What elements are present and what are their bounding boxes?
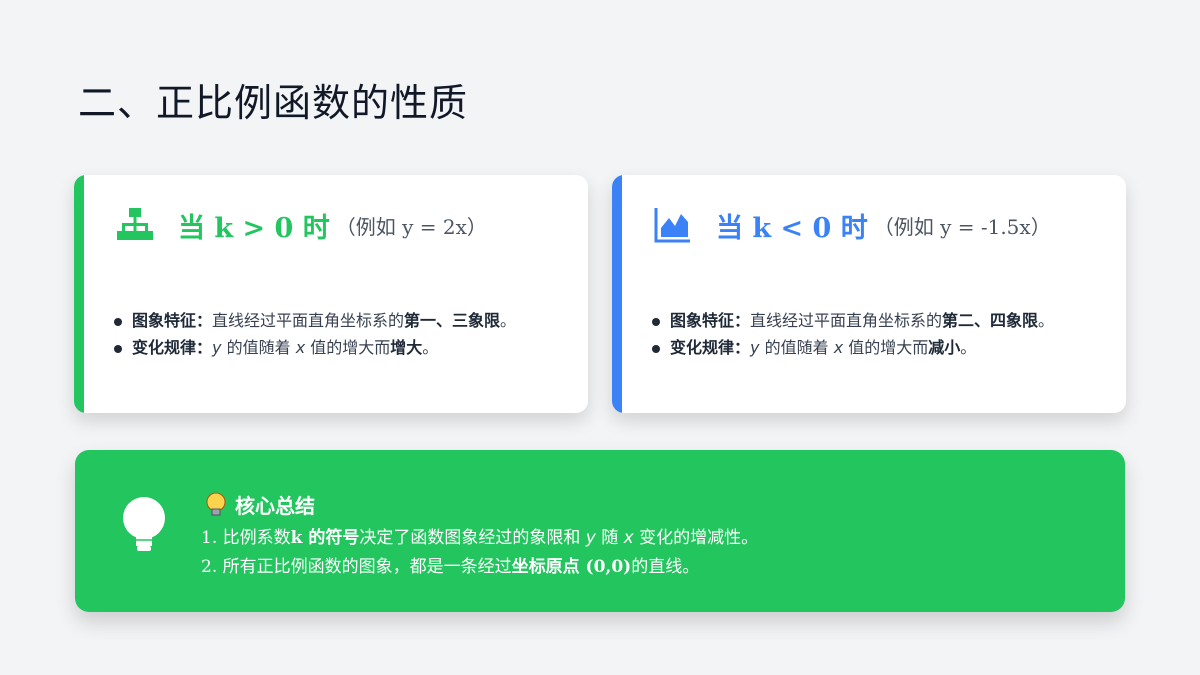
card-heading: 当 k > 0 时 xyxy=(178,212,330,244)
item-text: 所有正比例函数的图象，都是一条经过 xyxy=(222,557,512,577)
bullet-highlight: 第一、三象限 xyxy=(404,311,501,330)
bullet-text: 值的增大而 xyxy=(848,338,929,357)
list-item: 变化规律：y 的值随着 x 值的增大而增大。 xyxy=(112,334,516,361)
property-list: 图象特征：直线经过平面直角坐标系的第二、四象限。 变化规律：y 的值随着 x 值… xyxy=(650,307,1054,361)
list-item: 2. 所有正比例函数的图象，都是一条经过坐标原点 (0,0)的直线。 xyxy=(201,553,758,582)
summary-list: 1. 比例系数k 的符号决定了函数图象经过的象限和 y 随 x 变化的增减性。 … xyxy=(201,524,758,582)
var-y: y xyxy=(585,528,596,548)
item-text: 比例系数 xyxy=(222,528,291,548)
item-highlight: 坐标原点 (0,0) xyxy=(511,557,632,577)
bullet-end: 。 xyxy=(422,338,439,357)
bullet-end: 。 xyxy=(500,311,517,330)
bullet-label: 图象特征： xyxy=(670,311,751,330)
item-text: 决定了函数图象经过的象限和 xyxy=(359,528,581,548)
sitemap-icon xyxy=(117,208,153,240)
lightbulb-emoji-icon xyxy=(206,492,226,515)
var-x: x xyxy=(295,338,306,357)
list-item: 图象特征：直线经过平面直角坐标系的第二、四象限。 xyxy=(650,307,1054,334)
var-x: x xyxy=(833,338,844,357)
card-header: 当 k > 0 时 （例如 y = 2x） xyxy=(116,203,487,247)
item-text: 变化的增减性。 xyxy=(639,528,759,548)
lightbulb-icon xyxy=(123,497,165,551)
bullet-text: 的值随着 xyxy=(764,338,829,357)
item-highlight: k 的符号 xyxy=(290,528,360,548)
item-number: 1. xyxy=(201,528,218,548)
card-example: （例如 y = -1.5x） xyxy=(873,214,1051,239)
bullet-text: 值的增大而 xyxy=(310,338,391,357)
bullet-label: 图象特征： xyxy=(132,311,213,330)
bullet-end: 。 xyxy=(960,338,977,357)
list-item: 图象特征：直线经过平面直角坐标系的第一、三象限。 xyxy=(112,307,516,334)
area-chart-icon xyxy=(654,208,690,243)
item-text: 的直线。 xyxy=(631,557,700,577)
bullet-label: 变化规律： xyxy=(132,338,213,357)
card-header: 当 k < 0 时 （例如 y = -1.5x） xyxy=(654,203,1051,247)
var-x: x xyxy=(623,528,634,548)
card-example: （例如 y = 2x） xyxy=(335,214,487,239)
page-title: 二、正比例函数的性质 xyxy=(78,81,469,125)
card-accent-bar xyxy=(612,175,622,413)
bullet-end: 。 xyxy=(1038,311,1055,330)
summary-title: 核心总结 xyxy=(205,490,315,519)
bullet-highlight: 第二、四象限 xyxy=(942,311,1039,330)
item-number: 2. xyxy=(201,557,218,577)
card-accent-bar xyxy=(74,175,84,413)
bullet-text: 的值随着 xyxy=(226,338,291,357)
list-item: 变化规律：y 的值随着 x 值的增大而减小。 xyxy=(650,334,1054,361)
bullet-label: 变化规律： xyxy=(670,338,751,357)
bullet-text: 直线经过平面直角坐标系的 xyxy=(212,311,405,330)
property-list: 图象特征：直线经过平面直角坐标系的第一、三象限。 变化规律：y 的值随着 x 值… xyxy=(112,307,516,361)
list-item: 1. 比例系数k 的符号决定了函数图象经过的象限和 y 随 x 变化的增减性。 xyxy=(201,524,758,553)
item-text: 随 xyxy=(601,528,619,548)
bullet-highlight: 增大 xyxy=(390,338,423,357)
card-heading: 当 k < 0 时 xyxy=(716,212,868,244)
bullet-text: 直线经过平面直角坐标系的 xyxy=(750,311,943,330)
bullet-highlight: 减小 xyxy=(928,338,961,357)
card-k-positive: 当 k > 0 时 （例如 y = 2x） 图象特征：直线经过平面直角坐标系的第… xyxy=(74,175,588,413)
var-y: y xyxy=(212,338,222,357)
summary-box: 核心总结 1. 比例系数k 的符号决定了函数图象经过的象限和 y 随 x 变化的… xyxy=(75,450,1125,612)
summary-heading: 核心总结 xyxy=(235,494,315,518)
card-k-negative: 当 k < 0 时 （例如 y = -1.5x） 图象特征：直线经过平面直角坐标… xyxy=(612,175,1126,413)
var-y: y xyxy=(750,338,760,357)
